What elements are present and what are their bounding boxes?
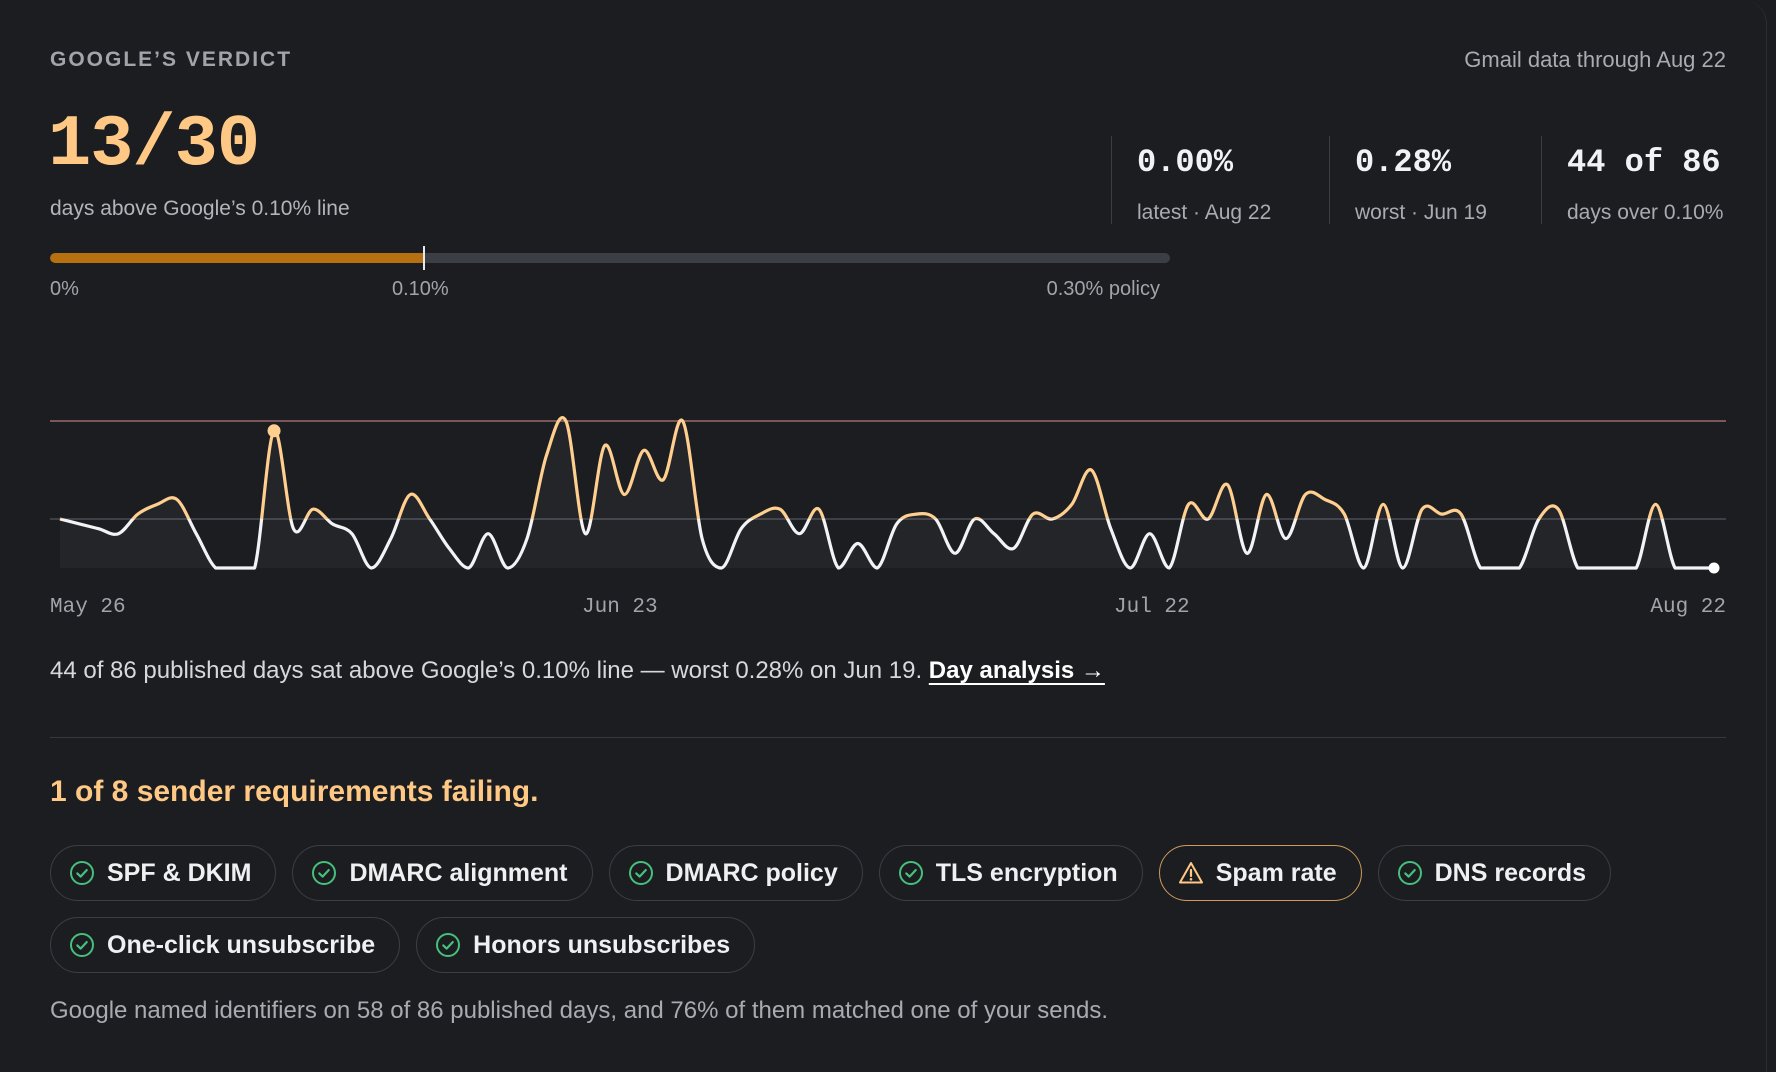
check-circle-icon [1397,860,1423,886]
requirement-label: DMARC alignment [349,858,568,887]
requirement-label: Honors unsubscribes [473,930,731,959]
x-tick-2: Jun 23 [582,596,658,619]
requirement-pill-spam-rate[interactable]: Spam rate [1158,845,1362,901]
requirement-pill-dns-records[interactable]: DNS records [1377,845,1612,901]
x-tick-4: Aug 22 [1650,596,1726,619]
requirement-pill-tls-encryption[interactable]: TLS encryption [878,845,1143,901]
requirement-label: One-click unsubscribe [107,930,376,959]
x-tick-1: May 26 [50,596,126,619]
summary-sentence: 44 of 86 published days sat above Google… [50,657,929,684]
requirement-label: DMARC policy [665,858,838,887]
summary-text: 44 of 86 published days sat above Google… [50,657,1105,685]
check-circle-icon [898,860,924,886]
x-tick-3: Jul 22 [1114,596,1190,619]
divider [50,737,1726,738]
requirements-row: One-click unsubscribe Honors unsubscribes [50,917,1750,973]
requirement-pill-dmarc-alignment[interactable]: DMARC alignment [292,845,593,901]
requirements-list: SPF & DKIM DMARC alignment DMARC policy TLS… [50,845,1750,989]
check-circle-icon [628,860,654,886]
verdict-card: GOOGLE’S VERDICT Gmail data through Aug … [0,0,1767,1072]
identifiers-note: Google named identifiers on 58 of 86 pub… [50,997,1109,1024]
check-circle-icon [69,932,95,958]
check-circle-icon [69,860,95,886]
requirement-label: SPF & DKIM [107,858,252,887]
requirement-label: Spam rate [1215,858,1337,887]
requirement-label: TLS encryption [935,858,1118,887]
day-analysis-link[interactable]: Day analysis → [929,657,1105,684]
requirement-pill-honors-unsubscribes[interactable]: Honors unsubscribes [416,917,756,973]
worst-day-point [267,424,281,438]
requirement-pill-dmarc-policy[interactable]: DMARC policy [608,845,863,901]
check-circle-icon [435,932,461,958]
spam-rate-chart [50,416,1726,574]
requirement-pill-one-click-unsubscribe[interactable]: One-click unsubscribe [50,917,401,973]
requirements-row: SPF & DKIM DMARC alignment DMARC policy TLS… [50,845,1750,901]
latest-day-point [1708,562,1720,574]
warning-triangle-icon [1178,860,1204,886]
requirements-heading: 1 of 8 sender requirements failing. [50,775,539,808]
requirement-pill-spf-dkim[interactable]: SPF & DKIM [50,845,277,901]
requirement-label: DNS records [1434,858,1587,887]
check-circle-icon [311,860,337,886]
